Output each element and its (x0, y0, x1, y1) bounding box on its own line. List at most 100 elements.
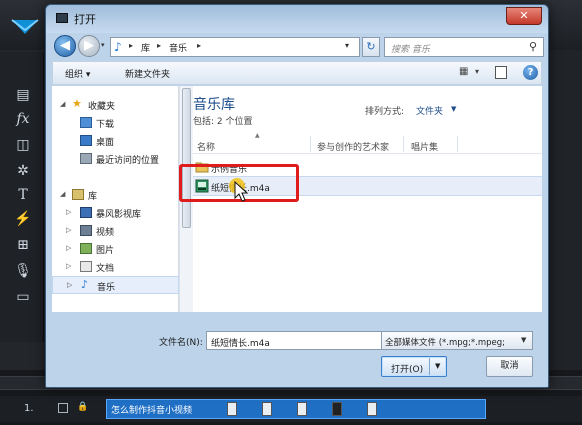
track-visible-checkbox[interactable] (58, 403, 68, 413)
open-button[interactable]: 打开(O) ▼ (381, 356, 447, 377)
forward-button[interactable]: ▶ (78, 35, 100, 57)
editor-tool-strip: ▤ fx ◫ ✲ T ⚡ ⊞ 🎙 ▭ (0, 52, 44, 342)
particle-icon[interactable]: ✲ (14, 162, 32, 180)
nav-item-label: 暴风影视库 (96, 210, 142, 220)
collapse-icon[interactable]: ◢ (60, 100, 65, 108)
nav-item-label: 收藏夹 (88, 102, 116, 112)
column-name[interactable]: 名称 (197, 140, 215, 153)
arrange-dropdown-icon[interactable]: ▼ (451, 105, 456, 113)
nav-item-downloads[interactable]: 下载 (52, 114, 179, 132)
filetype-select[interactable]: 全部媒体文件 (*.mpg;*.mpeg; ▼ (381, 331, 533, 350)
new-folder-button[interactable]: 新建文件夹 (125, 67, 170, 80)
breadcrumb-separator[interactable]: ▸ (157, 41, 161, 50)
lock-icon[interactable]: 🔒 (77, 402, 88, 413)
nav-item-videos[interactable]: ▷ 视频 (52, 222, 179, 240)
filename-value: 纸短情长.m4a (211, 339, 270, 349)
nav-item-label: 视频 (96, 228, 115, 238)
open-button-divider (429, 358, 430, 375)
nav-item-label: 图片 (96, 246, 115, 256)
expand-icon[interactable]: ▷ (67, 281, 72, 289)
pictures-icon (80, 243, 92, 254)
nav-item-recent[interactable]: 最近访问的位置 (52, 150, 179, 168)
nav-item-label: 桌面 (96, 138, 115, 148)
breadcrumb-music[interactable]: 音乐 (169, 41, 187, 54)
clip-thumbnail (297, 402, 307, 416)
fx-icon[interactable]: fx (14, 110, 32, 128)
refresh-button[interactable]: ↻ (362, 37, 380, 57)
app-logo-icon (11, 19, 39, 34)
search-placeholder: 搜索 音乐 (391, 45, 430, 55)
clip-thumbnail (227, 402, 237, 416)
search-input[interactable]: 搜索 音乐 ⚲ (384, 37, 544, 57)
chapter-icon[interactable]: ⊞ (14, 236, 32, 254)
open-dropdown-icon[interactable]: ▼ (435, 362, 440, 370)
arrange-by-dropdown[interactable]: 文件夹 (416, 104, 443, 117)
videos-icon (80, 225, 92, 236)
nav-item-label: 最近访问的位置 (96, 156, 160, 166)
nav-item-label: 下载 (96, 120, 115, 130)
filename-label: 文件名(N): (159, 338, 203, 348)
nav-item-pictures[interactable]: ▷ 图片 (52, 240, 179, 258)
nav-item-label: 文档 (96, 264, 115, 274)
dialog-titlebar[interactable]: 打开 ✕ (46, 5, 548, 33)
dialog-title: 打开 (74, 13, 96, 26)
clapper-icon[interactable]: ▤ (14, 86, 32, 104)
scrollbar-thumb[interactable] (182, 88, 191, 228)
address-bar[interactable]: ♪ ▸ 库 ▸ 音乐 ▸ ▾ (110, 37, 360, 57)
view-icon[interactable]: ▦ (459, 66, 475, 80)
collapse-icon[interactable]: ◢ (60, 190, 65, 198)
desktop-icon (80, 135, 92, 146)
nav-item-music[interactable]: ▷ ♪ 音乐 (52, 276, 179, 294)
preview-pane-button[interactable] (495, 66, 507, 79)
breadcrumb-library[interactable]: 库 (141, 41, 150, 54)
music-note-icon: ♪ (81, 278, 89, 291)
voice-icon[interactable]: ⚡ (14, 210, 32, 228)
filetype-dropdown-icon[interactable]: ▼ (521, 336, 526, 344)
help-button[interactable]: ? (523, 65, 538, 80)
column-artist[interactable]: 参与创作的艺术家 (317, 140, 389, 153)
microphone-icon[interactable]: 🎙 (14, 262, 32, 280)
column-divider[interactable] (310, 136, 311, 152)
title-text-icon[interactable]: T (14, 186, 32, 204)
library-locations-link[interactable]: 包括: 2 个位置 (193, 114, 252, 127)
arrange-by-label: 排列方式: (365, 107, 405, 117)
close-button[interactable]: ✕ (506, 7, 542, 25)
cancel-button[interactable]: 取消 (486, 356, 533, 377)
documents-icon (80, 261, 92, 272)
column-album[interactable]: 唱片集 (411, 140, 438, 153)
expand-icon[interactable]: ▷ (66, 208, 71, 216)
breadcrumb-separator[interactable]: ▸ (129, 41, 133, 50)
back-button[interactable]: ◀ (54, 35, 76, 57)
subtitle-icon[interactable]: ▭ (14, 288, 32, 306)
expand-icon[interactable]: ▷ (66, 226, 71, 234)
search-icon[interactable]: ⚲ (526, 40, 540, 54)
window-icon (56, 13, 68, 23)
clip-thumbnail (367, 402, 377, 416)
timeline-clip[interactable]: 怎么制作抖音小视频 (106, 399, 486, 419)
clip-thumbnail (262, 402, 272, 416)
music-note-icon: ♪ (114, 40, 122, 54)
clip-thumbnail (332, 402, 342, 416)
download-folder-icon (80, 117, 92, 128)
column-divider[interactable] (457, 136, 458, 152)
expand-icon[interactable]: ▷ (66, 244, 71, 252)
command-toolbar: 组织 ▾ 新建文件夹 ▦ ▾ ? (52, 61, 542, 85)
view-dropdown-icon[interactable]: ▾ (475, 67, 479, 76)
organize-button[interactable]: 组织 ▾ (65, 67, 90, 80)
expand-icon[interactable]: ▷ (66, 262, 71, 270)
nav-item-baofeng-library[interactable]: ▷ 暴风影视库 (52, 204, 179, 222)
breadcrumb-separator[interactable]: ▸ (197, 41, 201, 50)
nav-item-label: 库 (88, 192, 98, 202)
nav-item-desktop[interactable]: 桌面 (52, 132, 179, 150)
nav-item-libraries[interactable]: ◢ 库 (52, 186, 179, 204)
mouse-cursor-icon (229, 178, 249, 202)
history-dropdown-icon[interactable]: ▾ (101, 41, 109, 51)
nav-item-documents[interactable]: ▷ 文档 (52, 258, 179, 276)
timeline-track: 1. 🔒 怎么制作抖音小视频 (0, 396, 582, 422)
track-number: 1. (24, 403, 34, 414)
column-divider[interactable] (403, 136, 404, 152)
address-dropdown-icon[interactable]: ▾ (345, 41, 349, 50)
column-headers: ▲ 名称 参与创作的艺术家 唱片集 (193, 132, 542, 154)
nav-item-favorites[interactable]: ◢ ★ 收藏夹 (52, 96, 179, 114)
transition-icon[interactable]: ◫ (14, 136, 32, 154)
